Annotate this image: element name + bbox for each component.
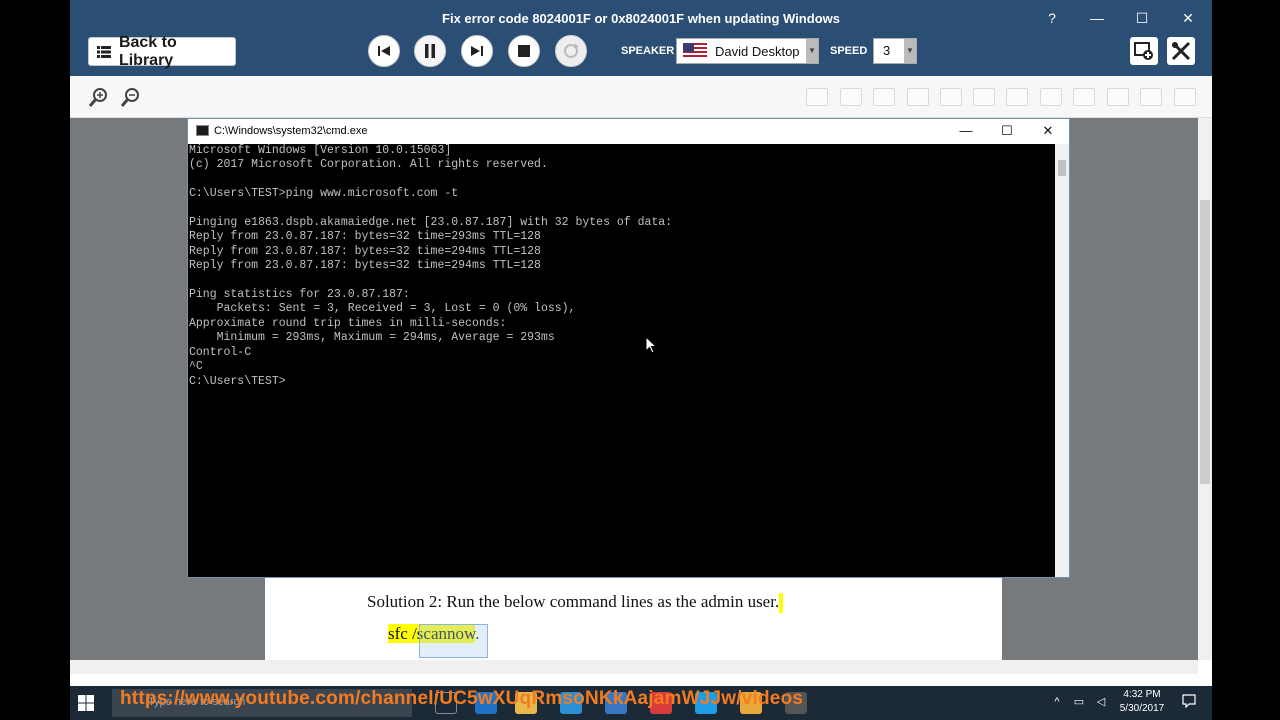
minimize-button[interactable]: — xyxy=(1085,8,1109,28)
repeat-icon xyxy=(564,43,579,58)
console-line: Control-C xyxy=(189,345,252,359)
zoom-out-icon[interactable] xyxy=(120,86,142,108)
screen-capture-icon xyxy=(1134,42,1153,60)
solution-heading: Solution 2: Run the below command lines … xyxy=(367,592,784,614)
pause-icon xyxy=(425,44,435,58)
edit-icon[interactable] xyxy=(1006,88,1028,106)
previous-button[interactable] xyxy=(368,35,400,67)
cut-icon[interactable] xyxy=(873,88,895,106)
console-line: C:\Users\TEST> xyxy=(189,374,286,388)
console-line: Microsoft Windows [Version 10.0.15063] xyxy=(189,144,452,157)
horizontal-scrollbar[interactable] xyxy=(70,660,1198,674)
console-line: Reply from 23.0.87.187: bytes=32 time=29… xyxy=(189,259,541,273)
console-line: C:\Users\TEST>ping www.microsoft.com -t xyxy=(189,187,459,201)
clock-time: 4:32 PM xyxy=(1123,689,1161,700)
scrollbar-thumb[interactable] xyxy=(1058,160,1066,176)
console-line: ^C xyxy=(189,360,203,374)
back-to-library-label: Back to Library xyxy=(118,33,177,69)
title-bar: Fix error code 8024001F or 0x8024001F wh… xyxy=(70,0,1212,76)
cmd-scrollbar[interactable] xyxy=(1055,144,1069,577)
tools-icon xyxy=(1171,41,1191,61)
text-icon[interactable] xyxy=(1073,88,1095,106)
list-icon xyxy=(97,45,111,58)
channel-url-watermark: https://www.youtube.com/channel/UC5wXUqR… xyxy=(120,688,804,709)
find-icon[interactable] xyxy=(973,88,995,106)
skip-forward-icon xyxy=(471,46,483,56)
console-line: Minimum = 293ms, Maximum = 294ms, Averag… xyxy=(189,331,555,345)
system-clock[interactable]: 4:32 PM 5/30/2017 xyxy=(1112,688,1172,716)
pause-button[interactable] xyxy=(414,35,446,67)
check-icon[interactable] xyxy=(1140,88,1162,106)
cmd-minimize-button[interactable]: — xyxy=(956,122,976,140)
repeat-button[interactable] xyxy=(555,35,587,67)
console-line: Pinging e1863.dspb.akamaiedge.net [23.0.… xyxy=(189,216,673,230)
save-icon[interactable] xyxy=(806,88,828,106)
cmd-title: C:\Windows\system32\cmd.exe xyxy=(214,125,368,137)
speaker-label: SPEAKER xyxy=(621,45,675,57)
maximize-button[interactable]: ☐ xyxy=(1130,8,1154,28)
cmd-title-bar[interactable]: C:\Windows\system32\cmd.exe — ☐ ✕ xyxy=(188,119,1069,143)
windows-start-icon[interactable] xyxy=(78,695,94,711)
highlight-marker xyxy=(779,593,784,614)
console-line: Packets: Sent = 3, Received = 3, Lost = … xyxy=(189,302,576,316)
speaker-select[interactable]: David Desktop ▼ xyxy=(676,38,819,64)
back-to-library-button[interactable]: Back to Library xyxy=(88,34,236,69)
undo-icon[interactable] xyxy=(940,88,962,106)
vertical-scrollbar[interactable] xyxy=(1198,118,1212,660)
copy-icon[interactable] xyxy=(840,88,862,106)
help-button[interactable]: ? xyxy=(1040,8,1064,28)
clock-date: 5/30/2017 xyxy=(1119,703,1165,714)
selection-box xyxy=(419,624,488,658)
notifications-icon[interactable] xyxy=(1182,694,1196,708)
screenshot-reader-button[interactable] xyxy=(1130,37,1158,65)
chevron-down-icon: ▼ xyxy=(806,39,818,63)
console-output[interactable]: Microsoft Windows [Version 10.0.15063] (c… xyxy=(188,144,1055,577)
zoom-in-icon[interactable] xyxy=(88,86,110,108)
settings-button[interactable] xyxy=(1167,37,1195,65)
stop-icon xyxy=(518,45,530,57)
mouse-cursor-icon xyxy=(645,336,657,354)
trash-icon[interactable] xyxy=(1174,88,1196,106)
document-page: Solution 2: Run the below command lines … xyxy=(265,578,1002,660)
speed-select[interactable]: 3 ▼ xyxy=(873,38,917,64)
cmd-icon xyxy=(196,125,209,136)
console-line: Reply from 23.0.87.187: bytes=32 time=29… xyxy=(189,230,541,244)
scrollbar-thumb[interactable] xyxy=(1200,200,1210,484)
solution-text: Solution 2: Run the below command lines … xyxy=(367,592,775,611)
console-line: (c) 2017 Microsoft Corporation. All righ… xyxy=(189,158,548,172)
chevron-down-icon: ▼ xyxy=(904,39,916,63)
cmd-maximize-button[interactable]: ☐ xyxy=(997,122,1017,140)
speed-label: SPEED xyxy=(830,45,868,57)
next-button[interactable] xyxy=(461,35,493,67)
us-flag-icon xyxy=(683,43,707,59)
skip-back-icon xyxy=(378,46,390,56)
command-line-text: sfc /scannow. xyxy=(388,624,488,658)
paste-icon[interactable] xyxy=(907,88,929,106)
speaker-value: David Desktop xyxy=(715,43,800,59)
volume-icon[interactable]: ◁ xyxy=(1094,696,1108,708)
console-line: Reply from 23.0.87.187: bytes=32 time=29… xyxy=(189,244,541,258)
close-button[interactable]: ✕ xyxy=(1176,8,1200,28)
speed-value: 3 xyxy=(883,43,891,58)
secondary-toolbar xyxy=(70,76,1212,118)
cmd-close-button[interactable]: ✕ xyxy=(1038,122,1058,140)
network-icon[interactable]: ▭ xyxy=(1072,696,1086,708)
console-line: Ping statistics for 23.0.87.187: xyxy=(189,288,410,302)
cmd-window[interactable]: C:\Windows\system32\cmd.exe — ☐ ✕ Micros… xyxy=(187,118,1070,578)
highlight-icon[interactable] xyxy=(1040,88,1062,106)
stop-button[interactable] xyxy=(508,35,540,67)
console-line: Approximate round trip times in milli-se… xyxy=(189,316,507,330)
note-icon[interactable] xyxy=(1107,88,1129,106)
chevron-up-icon[interactable]: ^ xyxy=(1050,696,1064,708)
